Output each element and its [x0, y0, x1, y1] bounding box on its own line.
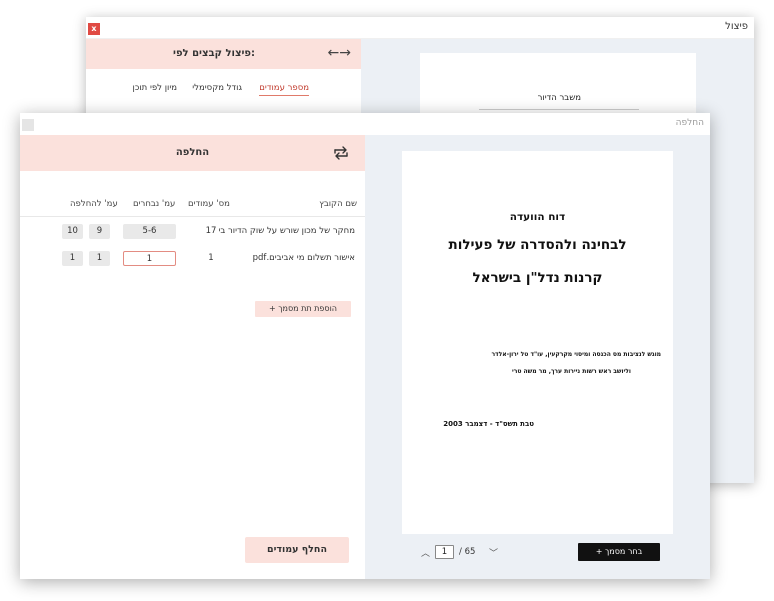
total-pages-label: / 65 — [459, 547, 476, 557]
split-field-underline — [479, 109, 639, 110]
split-panel-title: פיצול קבצים לפי: — [173, 48, 255, 59]
preview-line-date: טבת תשס"ד - דצמבר 2003 — [443, 420, 534, 428]
preview-line-chairman: וליושב ראש רשות ניירות ערך, מר משה טרי — [512, 368, 631, 375]
selected-pages-input[interactable]: 5-6 — [123, 224, 176, 239]
replace-to-input[interactable]: 1 — [62, 251, 83, 266]
tab-sort-by-content[interactable]: מיון לפי תוכן — [133, 83, 177, 95]
page-navigator: ︿ 1 / 65 ﹀ — [419, 545, 509, 561]
split-titlebar: x פיצול — [86, 17, 754, 39]
split-window-title: פיצול — [725, 21, 748, 32]
row-page-count: 17 — [205, 226, 217, 236]
swap-icon[interactable] — [332, 144, 350, 162]
preview-line-subheading: קרנות נדל"ן בישראל — [472, 270, 603, 286]
header-selected-pages: עמ' נבחרים — [133, 199, 176, 209]
close-icon[interactable]: x — [88, 23, 100, 35]
header-divider — [20, 216, 365, 217]
choose-document-button[interactable]: + בחר מסמך — [578, 543, 660, 561]
preview-line-submitted: מוגש לנציבות מס הכנסה ומיסוי מקרקעין, עו… — [491, 351, 661, 358]
split-panel-header: פיצול קבצים לפי: ←→ — [86, 39, 361, 69]
replace-window: החלפה החלפה שם הקובץ מס' עמודים עמ' נבחר… — [20, 113, 710, 579]
current-page-input[interactable]: 1 — [435, 545, 454, 559]
chevron-up-icon[interactable]: ︿ — [421, 546, 430, 559]
table-header: שם הקובץ מס' עמודים עמ' נבחרים עמ' להחלפ… — [20, 199, 365, 215]
close-icon[interactable] — [22, 119, 34, 131]
table-row: אישור תשלום מי אביבים.pdf 1 1 1 1 — [20, 251, 365, 267]
document-preview-page: דוח הוועדה לבחינה ולהסדרה של פעילות קרנו… — [402, 151, 673, 534]
split-field-label: משבר הדיור — [537, 93, 581, 103]
arrows-horizontal-icon[interactable]: ←→ — [328, 45, 351, 61]
tab-max-size[interactable]: גודל מקסימלי — [192, 83, 242, 95]
row-file-name: מחקר של מכון שורש על שוק הדיור בי — [218, 226, 355, 236]
tab-page-count[interactable]: מספר עמודים — [259, 83, 309, 96]
split-tabs: מספר עמודים גודל מקסימלי מיון לפי תוכן — [86, 83, 361, 103]
replace-to-input[interactable]: 10 — [62, 224, 83, 239]
row-page-count: 1 — [208, 253, 214, 263]
replace-from-input[interactable]: 9 — [89, 224, 110, 239]
replace-titlebar: החלפה — [20, 113, 710, 135]
preview-line-title: דוח הוועדה — [509, 211, 566, 223]
header-file-name: שם הקובץ — [319, 199, 357, 209]
replace-options-panel: החלפה שם הקובץ מס' עמודים עמ' נבחרים עמ'… — [20, 135, 365, 579]
header-replace-pages: עמ' להחלפה — [70, 199, 118, 209]
selected-pages-input[interactable]: 1 — [123, 251, 176, 266]
chevron-down-icon[interactable]: ﹀ — [489, 546, 498, 559]
add-sub-document-button[interactable]: + הוספת תת מסמך — [255, 301, 351, 317]
replace-panel-header: החלפה — [20, 135, 365, 171]
row-file-name: אישור תשלום מי אביבים.pdf — [252, 253, 355, 263]
header-page-count: מס' עמודים — [188, 199, 230, 209]
replace-window-title: החלפה — [675, 118, 704, 128]
table-row: מחקר של מכון שורש על שוק הדיור בי 17 5-6… — [20, 224, 365, 240]
replace-panel-title: החלפה — [175, 147, 210, 158]
replace-pages-button[interactable]: החלף עמודים — [245, 537, 349, 563]
replace-from-input[interactable]: 1 — [89, 251, 110, 266]
replace-preview-area: דוח הוועדה לבחינה ולהסדרה של פעילות קרנו… — [365, 135, 710, 579]
preview-line-heading: לבחינה ולהסדרה של פעילות — [448, 237, 627, 253]
